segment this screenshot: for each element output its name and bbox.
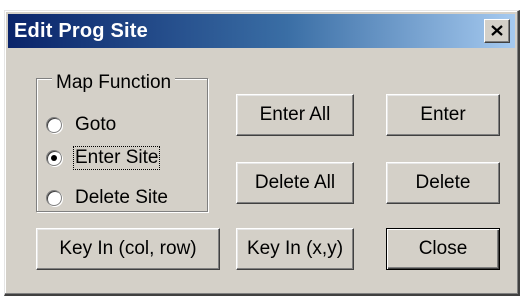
radio-label-enter-site: Enter Site (72, 146, 161, 170)
radio-label-goto: Goto (75, 114, 117, 135)
radio-enter-site[interactable]: Enter Site (46, 145, 161, 171)
key-in-col-row-button[interactable]: Key In (col, row) (36, 228, 220, 270)
close-icon[interactable] (484, 19, 510, 43)
delete-button[interactable]: Delete (386, 162, 500, 204)
radio-delete-site[interactable]: Delete Site (46, 185, 169, 211)
delete-all-button[interactable]: Delete All (236, 162, 354, 204)
title-bar[interactable]: Edit Prog Site (8, 14, 515, 48)
radio-button-goto[interactable] (46, 117, 62, 133)
key-in-xy-button[interactable]: Key In (x,y) (236, 228, 354, 270)
enter-button[interactable]: Enter (386, 94, 500, 136)
close-x-glyph (491, 25, 503, 36)
radio-goto[interactable]: Goto (46, 112, 117, 138)
close-button[interactable]: Close (386, 228, 500, 270)
radio-button-delete-site[interactable] (46, 190, 62, 206)
map-function-legend: Map Function (52, 72, 176, 94)
window-title: Edit Prog Site (14, 19, 148, 42)
radio-button-enter-site[interactable] (46, 150, 62, 166)
radio-selected-dot (51, 155, 57, 161)
radio-label-delete-site: Delete Site (75, 187, 168, 208)
enter-all-button[interactable]: Enter All (236, 94, 354, 136)
